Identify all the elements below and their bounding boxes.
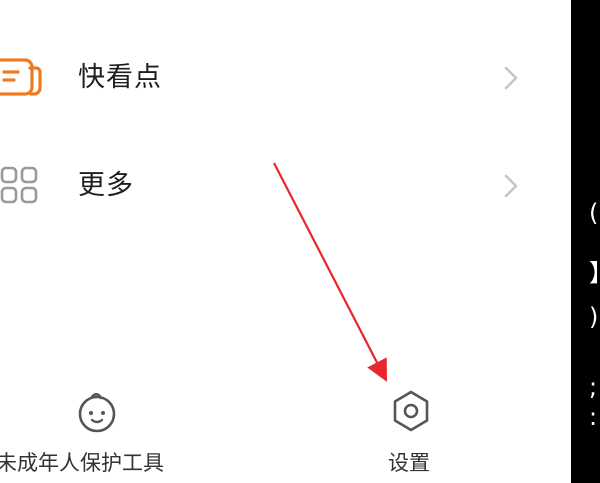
menu-item-label: 更多 — [78, 170, 134, 201]
settings-label: 设置 — [388, 451, 430, 475]
chevron-right-icon — [500, 60, 524, 96]
text-fragment: ; — [589, 373, 598, 401]
grid-icon — [0, 164, 44, 208]
menu-item-quick-look[interactable]: 快看点 — [0, 38, 571, 118]
text-fragment: 】 — [589, 258, 600, 288]
background-strip: ( 】 ) ; : — [571, 0, 600, 483]
text-fragment: : — [589, 403, 598, 431]
child-face-icon — [73, 386, 123, 436]
menu-item-more[interactable]: 更多 — [0, 146, 571, 226]
text-fragment: ) — [589, 303, 599, 331]
text-fragment: ( — [589, 199, 599, 227]
settings-hexagon-icon — [386, 386, 436, 436]
minor-protection-label: 未成年人保护工具 — [0, 451, 164, 475]
settings-button[interactable]: 设置 — [372, 380, 452, 480]
chevron-right-icon — [500, 168, 524, 204]
quick-look-icon — [0, 56, 44, 100]
menu-panel: 快看点 更多 未成年人保护工具 设置 — [0, 0, 571, 483]
minor-protection-button[interactable]: 未成年人保护工具 — [0, 380, 210, 480]
menu-item-label: 快看点 — [78, 62, 162, 93]
